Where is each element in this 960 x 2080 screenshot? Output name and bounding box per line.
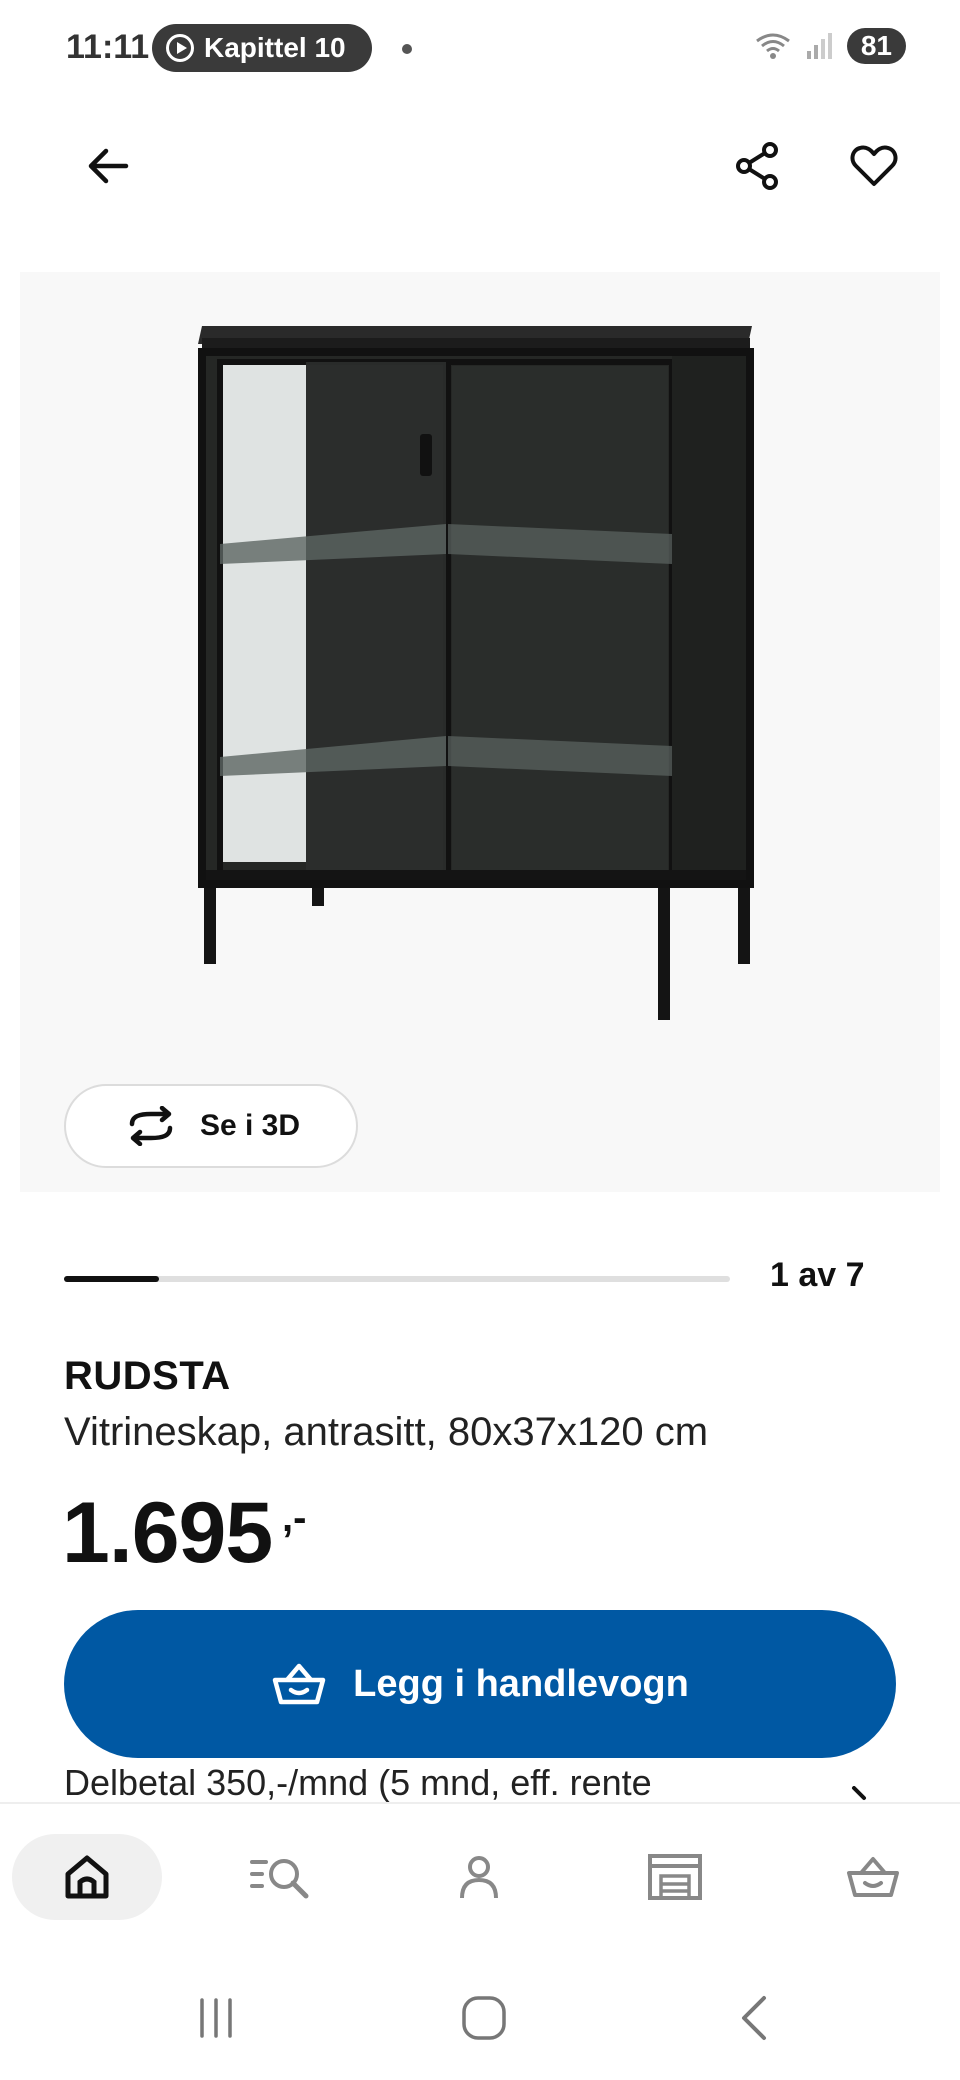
- cabinet-illustration: [198, 326, 754, 1020]
- nav-home[interactable]: [12, 1834, 162, 1920]
- nav-search[interactable]: [206, 1834, 356, 1920]
- product-description: Vitrineskap, antrasitt, 80x37x120 cm: [64, 1410, 709, 1454]
- search-list-icon: [250, 1859, 309, 1899]
- share-button[interactable]: [718, 126, 798, 206]
- nav-store[interactable]: [600, 1834, 750, 1920]
- add-to-cart-button[interactable]: Legg i handlevogn: [64, 1610, 896, 1758]
- chevron-left-icon: [742, 1996, 766, 2040]
- view-3d-label: Se i 3D: [199, 1109, 301, 1142]
- product-price: 1.695: [62, 1485, 273, 1581]
- heart-icon: [850, 145, 898, 186]
- home-system-button[interactable]: [444, 1986, 524, 2050]
- signal-icon: [806, 33, 832, 59]
- back-system-button[interactable]: [714, 1986, 794, 2050]
- view-3d-button[interactable]: Se i 3D: [64, 1084, 358, 1168]
- status-indicators: 81: [753, 28, 906, 64]
- basket-icon: [847, 1857, 899, 1897]
- media-pill-label: Kapittel 10: [204, 32, 346, 63]
- system-navigation-bar: [0, 1952, 960, 2080]
- home-circle-icon: [462, 1996, 506, 2040]
- recent-apps-button[interactable]: [176, 1986, 256, 2050]
- share-icon: [736, 142, 778, 190]
- arrow-left-icon: [88, 148, 129, 184]
- notification-dot: [402, 44, 412, 54]
- installment-link[interactable]: Delbetal 350,-/mnd (5 mnd, eff. rente: [64, 1762, 824, 1802]
- product-image[interactable]: [20, 272, 940, 1192]
- price-suffix: ,-: [282, 1496, 307, 1540]
- product-name: RUDSTA: [64, 1354, 231, 1398]
- image-pager-progress: [64, 1276, 160, 1282]
- status-time: 11:11: [66, 28, 150, 66]
- basket-icon: [272, 1663, 326, 1705]
- media-pill[interactable]: Kapittel 10: [152, 24, 372, 72]
- profile-icon: [460, 1856, 498, 1899]
- favorite-button[interactable]: [834, 126, 914, 206]
- bottom-navigation: [0, 1802, 960, 1952]
- top-bar: [0, 110, 960, 220]
- nav-profile[interactable]: [404, 1834, 554, 1920]
- recent-apps-icon: [200, 1998, 232, 2038]
- wifi-icon: [755, 33, 790, 59]
- nav-basket[interactable]: [798, 1834, 948, 1920]
- add-to-cart-label: Legg i handlevogn: [353, 1662, 689, 1705]
- image-pager-track[interactable]: [64, 1276, 730, 1282]
- rotate-3d-icon: [129, 1106, 173, 1146]
- home-icon: [65, 1855, 109, 1899]
- image-counter: 1 av 7: [770, 1256, 865, 1294]
- status-bar: 11:11 Kapittel 10 81: [0, 0, 960, 100]
- play-icon: [166, 34, 194, 62]
- battery-indicator: 81: [846, 28, 906, 64]
- store-icon: [648, 1854, 702, 1900]
- back-button[interactable]: [68, 126, 148, 206]
